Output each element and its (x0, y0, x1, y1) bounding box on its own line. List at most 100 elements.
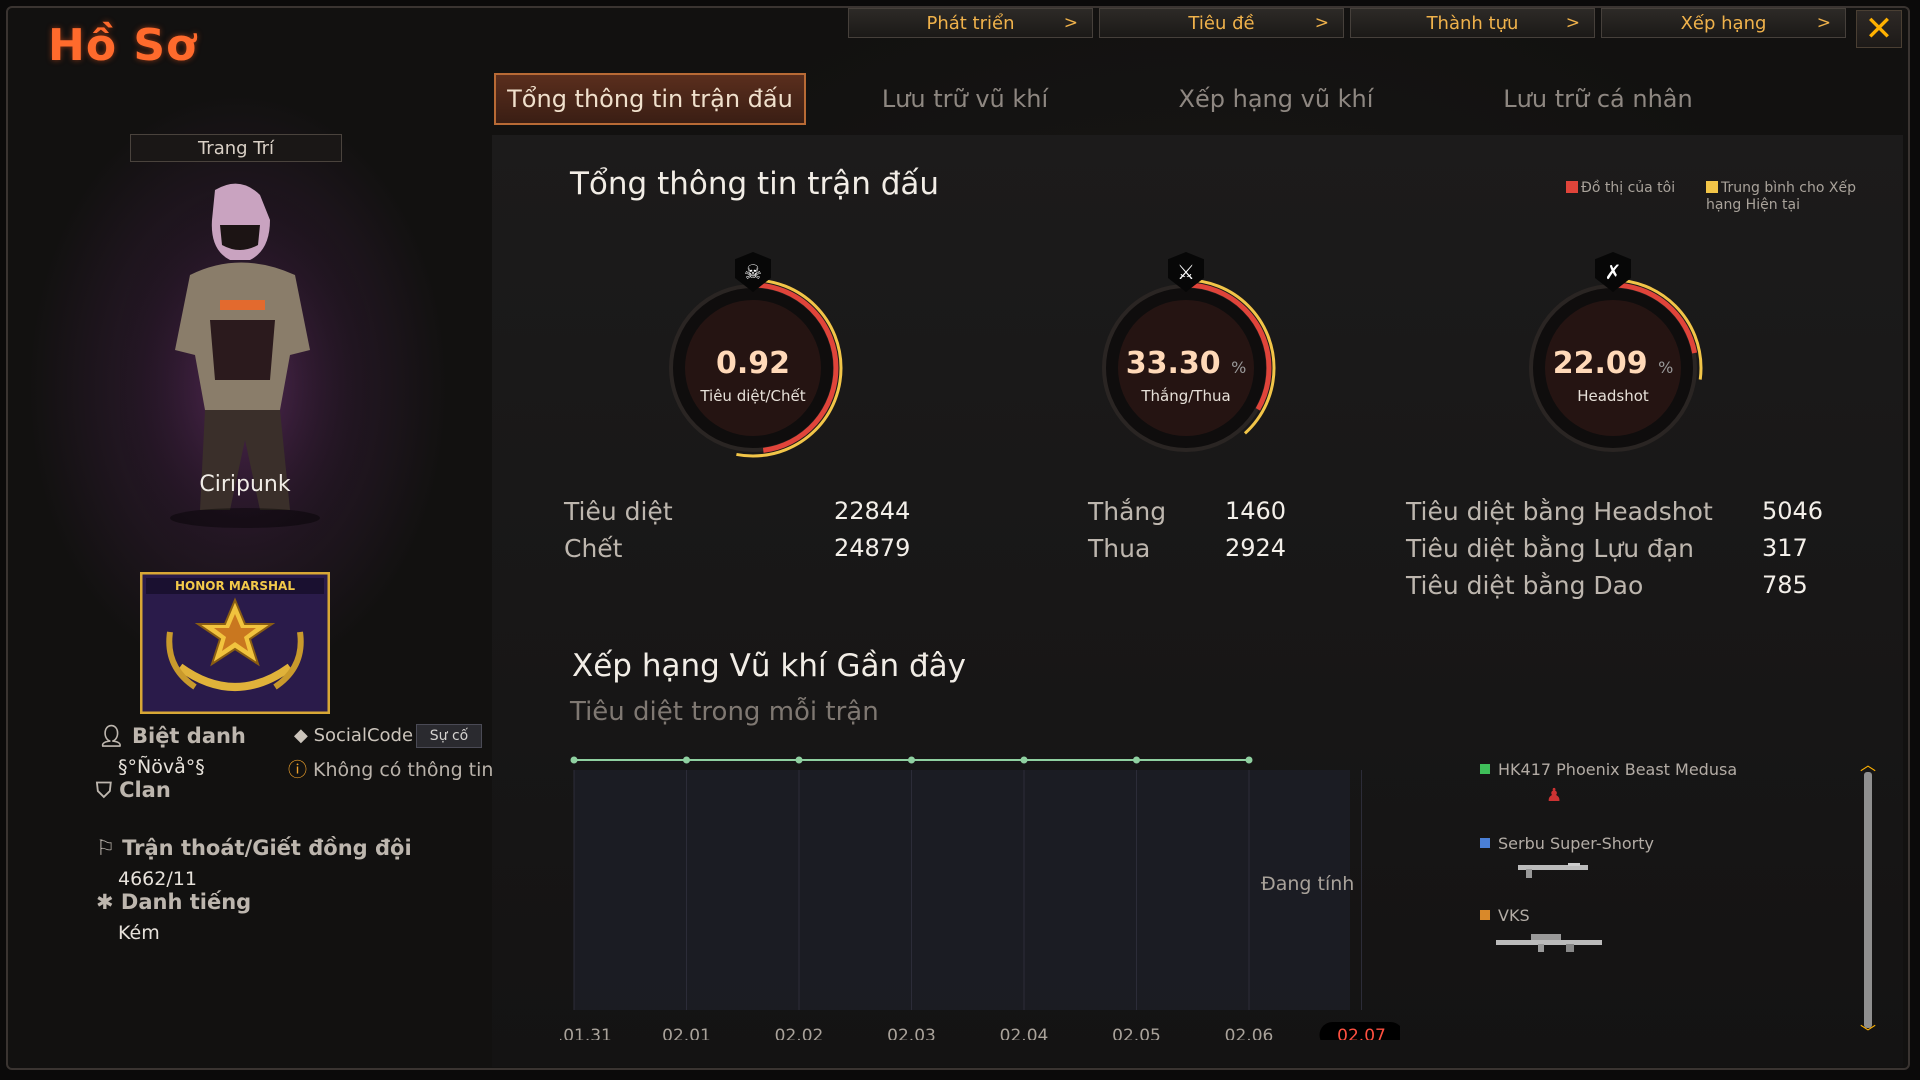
chevron-right-icon: > (1565, 13, 1580, 33)
deaths-label: Chết (564, 534, 623, 563)
x-tick-label: 02.07 (1337, 1026, 1386, 1040)
chevron-right-icon: > (1063, 13, 1078, 33)
recent-title: Xếp hạng Vũ khí Gần đây (572, 648, 966, 684)
gauge-kd: ☠ 0.92 Tiêu diệt/Chết (653, 252, 853, 468)
kills-label: Tiêu diệt (564, 497, 673, 526)
reputation-value: Kém (118, 922, 160, 944)
legend-average: Trung bình cho Xếp hạng Hiện tại (1706, 180, 1856, 213)
gauge-headshot: ✗ 22.09 % Headshot (1513, 252, 1713, 468)
summary-title: Tổng thông tin trận đấu (570, 166, 940, 202)
headshot-kills-value: 5046 (1762, 497, 1824, 525)
x-tick-label: 02.03 (887, 1026, 936, 1040)
gauge-value: 22.09 % (1552, 346, 1674, 381)
badge-text: HONOR MARSHAL (175, 579, 295, 593)
legend-swatch (1706, 181, 1718, 193)
top-nav-label: Phát triển (926, 12, 1015, 34)
decoration-button[interactable]: Trang Trí (130, 134, 342, 162)
weapon-item[interactable]: VKS (1480, 906, 1606, 953)
deaths-value: 24879 (834, 534, 911, 562)
knife-kills-label: Tiêu diệt bằng Dao (1406, 571, 1644, 600)
shotgun-icon (1518, 863, 1588, 878)
weapon-list-scrollbar[interactable]: ︿ ﹀ (1859, 757, 1877, 1041)
headshot-kills-label: Tiêu diệt bằng Headshot (1406, 497, 1713, 526)
reputation-label: ✱ Danh tiếng (96, 890, 252, 914)
question-icon: ⓘ (288, 759, 314, 781)
legend-swatch (1566, 181, 1578, 193)
knife-kills-value: 785 (1762, 571, 1808, 599)
top-nav-achievements[interactable]: Thành tựu > (1350, 8, 1595, 38)
close-icon: ✕ (1864, 9, 1894, 49)
close-button[interactable]: ✕ (1856, 9, 1902, 49)
losses-value: 2924 (1225, 534, 1287, 562)
weapon-item[interactable]: HK417 Phoenix Beast Medusa ♟ (1480, 760, 1737, 806)
series-point (908, 756, 915, 764)
series-point (1245, 756, 1253, 764)
series-point (1020, 756, 1028, 764)
legend-swatch (1480, 910, 1490, 920)
top-nav-label: Xếp hạng (1680, 12, 1767, 34)
gauge-value: 0.92 (715, 346, 791, 381)
top-nav-titles[interactable]: Tiêu đề > (1099, 8, 1344, 38)
x-tick-label: 02.01 (662, 1026, 711, 1040)
legend-swatch (1480, 838, 1490, 848)
page-title: Hồ Sơ (48, 20, 198, 71)
chart-plot-area (574, 770, 1350, 1010)
tab-weapon-ranking[interactable]: Xếp hạng vũ khí (1146, 73, 1406, 125)
series-point (1133, 756, 1140, 764)
chart-status: Đang tính (1261, 873, 1355, 895)
series-point (683, 756, 690, 764)
gauge-value: 33.30 % (1125, 346, 1247, 381)
nickname-value: §°Ñövå°§ (118, 756, 205, 778)
series-point (795, 756, 803, 764)
nickname-label: 👤︎ Biệt danh (98, 724, 246, 748)
top-nav: Phát triển > Tiêu đề > Thành tựu > Xếp hạng… (848, 8, 1846, 38)
top-nav-development[interactable]: Phát triển > (848, 8, 1093, 38)
star-icon: ✱ (96, 890, 121, 914)
x-tick-label: 26.01.31 (560, 1026, 612, 1040)
kills-value: 22844 (834, 497, 911, 525)
top-nav-label: Thành tựu (1426, 12, 1519, 34)
rank-badge: HONOR MARSHAL (140, 572, 330, 714)
user-icon: 👤︎ (98, 724, 132, 748)
character-icon: ♟ (1546, 785, 1563, 806)
top-nav-label: Tiêu đề (1188, 12, 1255, 34)
series-point (570, 756, 578, 764)
escape-label: ⚐ Trận thoát/Giết đồng đội (96, 836, 412, 860)
sniper-rifle-icon (1496, 934, 1602, 952)
tag-icon: ◆ (294, 725, 314, 746)
scroll-up-icon[interactable]: ︿ (1859, 757, 1877, 773)
tab-personal-archive[interactable]: Lưu trữ cá nhân (1468, 73, 1728, 125)
gauge-label: Thắng/Thua (1141, 387, 1231, 405)
gauge-label: Headshot (1577, 387, 1649, 405)
chevron-right-icon: > (1314, 13, 1329, 33)
x-tick-label: 02.06 (1225, 1026, 1274, 1040)
social-issue-button[interactable]: Sự cố (416, 724, 482, 748)
recent-subtitle: Tiêu diệt trong mỗi trận (570, 697, 879, 727)
scroll-thumb[interactable] (1864, 772, 1872, 1028)
wins-value: 1460 (1225, 497, 1287, 525)
tab-match-summary[interactable]: Tổng thông tin trận đấu (494, 73, 806, 125)
chevron-right-icon: > (1816, 13, 1831, 33)
clan-label: ⛉ Clan (96, 778, 171, 802)
social-code-value: ⓘ Không có thông tin (288, 759, 494, 781)
escape-value: 4662/11 (118, 868, 197, 890)
legend-swatch (1480, 764, 1490, 774)
grenade-kills-label: Tiêu diệt bằng Lựu đạn (1406, 534, 1695, 563)
running-icon: ⚐ (96, 836, 123, 860)
x-tick-label: 02.04 (1000, 1026, 1049, 1040)
x-tick-label: 02.02 (775, 1026, 824, 1040)
losses-label: Thua (1088, 534, 1151, 563)
x-tick-label: 02.05 (1112, 1026, 1161, 1040)
social-code-label: ◆ SocialCode (294, 725, 414, 746)
summary-legend: Đồ thị của tôi Trung bình cho Xếp hạng H… (1566, 180, 1881, 214)
tab-weapon-archive[interactable]: Lưu trữ vũ khí (850, 73, 1080, 125)
gauge-label: Tiêu diệt/Chết (700, 387, 806, 405)
shield-icon: ⛉ (96, 778, 120, 802)
grenade-kills-value: 317 (1762, 534, 1808, 562)
top-nav-ranking[interactable]: Xếp hạng > (1601, 8, 1846, 38)
wins-label: Thắng (1088, 497, 1167, 526)
character-name: Ciripunk (199, 472, 291, 497)
gauge-winrate: ⚔ 33.30 % Thắng/Thua (1086, 252, 1286, 468)
scroll-down-icon[interactable]: ﹀ (1859, 1025, 1877, 1041)
weapon-item[interactable]: Serbu Super-Shorty (1480, 834, 1654, 879)
